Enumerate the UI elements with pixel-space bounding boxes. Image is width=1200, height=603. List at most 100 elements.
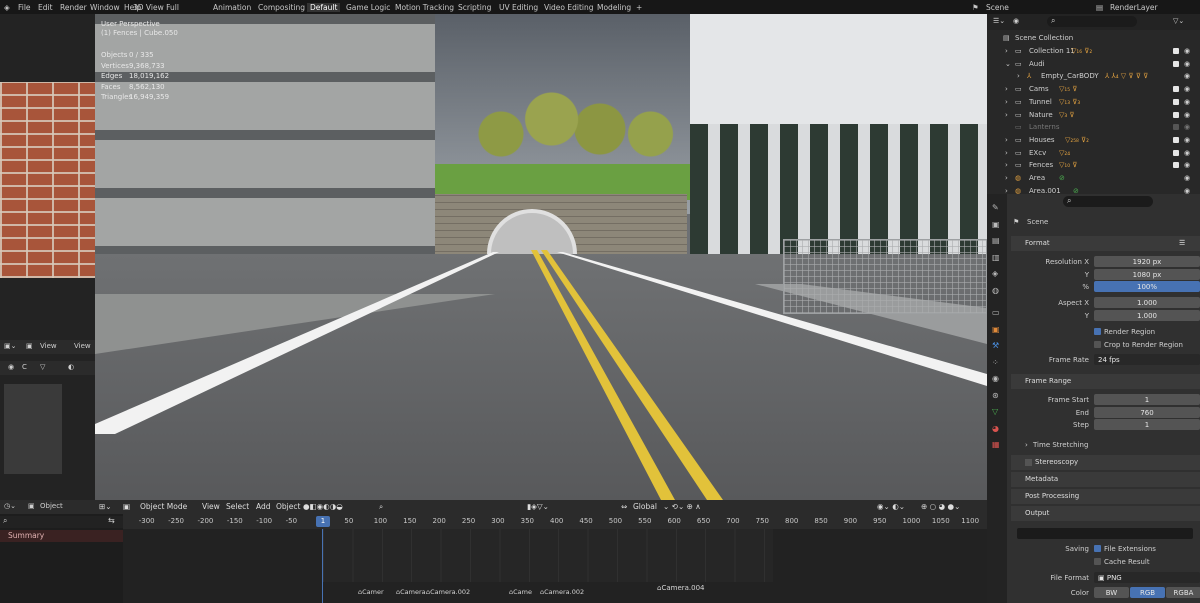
cache-result-checkbox[interactable]: [1094, 558, 1101, 565]
shading-icons[interactable]: ⊕ ○ ◕ ●⌄: [921, 502, 960, 511]
output-section-header[interactable]: Output: [1011, 506, 1200, 521]
file-extensions-checkbox[interactable]: [1094, 545, 1101, 552]
collection-tab-icon[interactable]: ▭: [992, 305, 1000, 322]
outliner-row[interactable]: ⌄ ▭ Audi ◉: [987, 58, 1200, 71]
render-region-row[interactable]: Render Region: [1007, 326, 1200, 338]
overlay-icons[interactable]: ◉⌄ ◐⌄: [877, 502, 905, 511]
checkbox[interactable]: [1173, 48, 1179, 54]
camera-marker[interactable]: ⌂Camera.: [396, 588, 428, 596]
properties-search-input[interactable]: [1063, 196, 1153, 207]
object-mode-dropdown[interactable]: Object: [40, 502, 63, 510]
editor-type-icon[interactable]: ◷⌄: [4, 502, 16, 510]
eye-icon[interactable]: ◉: [1184, 134, 1190, 147]
checkbox[interactable]: [1173, 162, 1179, 169]
outliner-row[interactable]: › ▭ Cams ▽₁₅ ⊽ ◉: [987, 83, 1200, 96]
metadata-section-header[interactable]: Metadata: [1011, 472, 1200, 487]
frame-end-field[interactable]: 760: [1094, 406, 1200, 418]
swap-icon[interactable]: ⇆: [108, 516, 115, 525]
checkbox[interactable]: [1173, 60, 1179, 67]
eye-icon[interactable]: ◉: [1184, 172, 1190, 185]
camera-marker[interactable]: ⌂Camer: [358, 588, 384, 596]
view-menu-2[interactable]: View: [74, 342, 91, 350]
eye-icon[interactable]: ◉: [1184, 147, 1190, 160]
outliner-row[interactable]: › ▭ Collection 11 ▽₁₆ ⊽₂ ◉: [987, 45, 1200, 58]
crop-region-checkbox[interactable]: [1094, 341, 1101, 348]
menu-window[interactable]: Window: [90, 3, 120, 12]
tab-3d-view-full[interactable]: 3D View Full: [133, 3, 179, 12]
tab-motion-tracking[interactable]: Motion Tracking: [395, 3, 454, 12]
eye-icon[interactable]: ◉: [1184, 45, 1190, 58]
tool-tab-icon[interactable]: ✎: [992, 200, 1000, 217]
snap-icons[interactable]: ⌄ ⟲⌄ ⊕ ∧: [663, 502, 701, 511]
eye-icon[interactable]: ◉: [1184, 121, 1190, 134]
time-stretching-subpanel[interactable]: › Time Stretching: [1007, 439, 1200, 451]
outliner-row[interactable]: ▭ Lanterns ◉: [987, 121, 1200, 134]
summary-channel[interactable]: Summary: [0, 530, 123, 542]
texture-tab-icon[interactable]: ▦: [992, 437, 1000, 454]
menu-file[interactable]: File: [18, 3, 31, 12]
color-rgb-button[interactable]: RGB: [1130, 587, 1165, 598]
file-format-dropdown[interactable]: ▣ PNG: [1094, 572, 1200, 583]
orientation-dropdown[interactable]: Global: [633, 502, 657, 511]
render-tab-icon[interactable]: ▣: [992, 217, 1000, 234]
color-rgba-button[interactable]: RGBA: [1166, 587, 1200, 598]
tab-compositing[interactable]: Compositing: [258, 3, 305, 12]
particles-tab-icon[interactable]: ⁘: [992, 355, 1000, 372]
eye-icon[interactable]: ◉: [1184, 70, 1190, 83]
frame-step-field[interactable]: 1: [1094, 419, 1200, 430]
orientation-icon[interactable]: ⇔: [621, 502, 627, 511]
outliner-row[interactable]: › ◍ Area ⊘ ◉: [987, 172, 1200, 185]
add-workspace-icon[interactable]: +: [636, 3, 642, 12]
render-region-checkbox[interactable]: [1094, 328, 1101, 335]
world-tab-icon[interactable]: ◍: [992, 283, 1000, 300]
editor-type-icon[interactable]: ▣⌄: [4, 342, 16, 350]
playhead[interactable]: [322, 529, 323, 603]
tab-video-editing[interactable]: Video Editing: [544, 3, 594, 12]
outliner-search-input[interactable]: [1047, 16, 1137, 27]
checkbox[interactable]: [1173, 149, 1179, 156]
physics-tab-icon[interactable]: ◉: [992, 371, 1000, 388]
checkbox[interactable]: [1173, 98, 1179, 105]
checkbox[interactable]: [1173, 136, 1179, 143]
scene-tab-icon[interactable]: ◈: [992, 266, 1000, 283]
object-mode-dropdown[interactable]: Object Mode: [140, 502, 187, 511]
outliner-row[interactable]: › ▭ EXcv ▽₂₄ ◉: [987, 147, 1200, 160]
eye-icon[interactable]: ◉: [1184, 109, 1190, 122]
object-tab-icon[interactable]: ▣: [992, 322, 1000, 339]
aspect-y-field[interactable]: 1.000: [1094, 309, 1200, 321]
outliner-row[interactable]: › ▭ Houses ▽₂₅₈ ⊽₂ ◉: [987, 134, 1200, 147]
outliner-row[interactable]: › ▭ Nature ▽₃ ⊽ ◉: [987, 109, 1200, 122]
select-menu[interactable]: Select: [226, 502, 249, 511]
mode-icon[interactable]: ▣: [28, 502, 35, 510]
outliner-row[interactable]: › ⅄ Empty_CarBODY ⅄ ⅄₄ ▽ ⊽ ⊽ ⊽ ◉: [987, 70, 1200, 83]
editor-type-icon[interactable]: ☰⌄: [993, 17, 1005, 25]
checkbox[interactable]: [1173, 111, 1179, 118]
filter-icon[interactable]: ▽: [40, 363, 45, 371]
context-label[interactable]: C: [22, 363, 27, 371]
aspect-x-field[interactable]: 1.000: [1094, 297, 1200, 308]
eye-icon[interactable]: ◉: [1184, 96, 1190, 109]
frame-range-track[interactable]: [323, 529, 773, 582]
stereoscopy-section-header[interactable]: Stereoscopy: [1011, 455, 1200, 470]
frame-start-field[interactable]: 1: [1094, 394, 1200, 405]
crop-region-row[interactable]: Crop to Render Region: [1007, 339, 1200, 351]
resolution-percent-slider[interactable]: 100%: [1094, 281, 1200, 292]
visibility-icons[interactable]: ●◧◉◐◑◒: [303, 502, 343, 511]
search-filter-row[interactable]: ⌕ ⇆: [0, 516, 123, 528]
menu-edit[interactable]: Edit: [38, 3, 53, 12]
tab-modeling[interactable]: Modeling: [597, 3, 631, 12]
tab-scripting[interactable]: Scripting: [458, 3, 491, 12]
frame-rate-dropdown[interactable]: 24 fps: [1094, 354, 1200, 365]
material-tab-icon[interactable]: ◕: [992, 421, 1000, 438]
eye-icon[interactable]: ◉: [1184, 58, 1190, 71]
camera-marker[interactable]: ⌂Came: [509, 588, 532, 596]
outliner-row[interactable]: › ▭ Tunnel ▽₁₃ ⊽₃ ◉: [987, 96, 1200, 109]
camera-marker[interactable]: ⌂Camera.002: [540, 588, 584, 596]
camera-marker[interactable]: ⌂Camera.004: [657, 584, 705, 592]
output-path-field[interactable]: [1017, 528, 1193, 539]
view-layer-selector[interactable]: RenderLayer: [1110, 3, 1158, 12]
stereoscopy-checkbox[interactable]: [1025, 459, 1032, 466]
color-bw-button[interactable]: BW: [1094, 587, 1129, 598]
blender-logo-icon[interactable]: ◈: [4, 3, 10, 12]
checkbox[interactable]: [1173, 86, 1179, 93]
